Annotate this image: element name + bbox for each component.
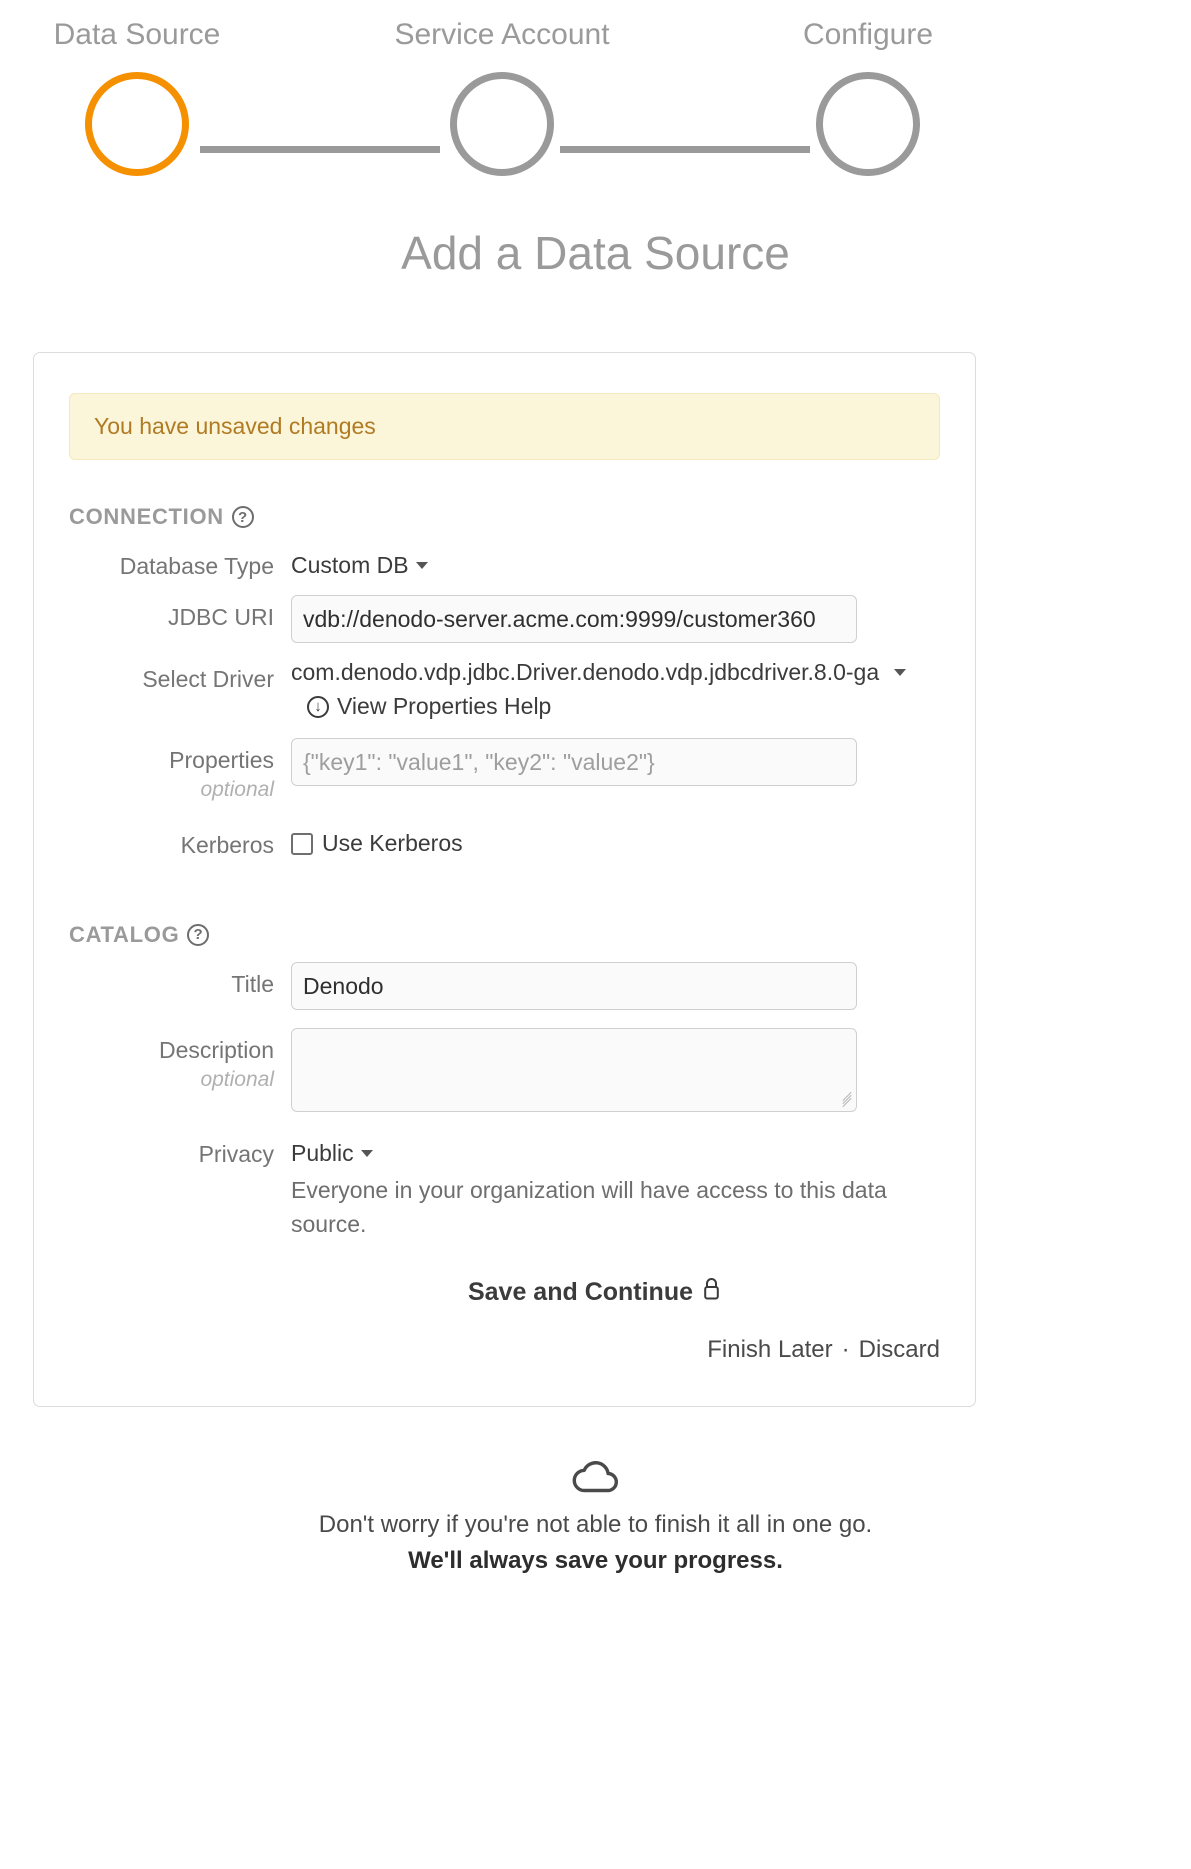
catalog-section: CATALOG ? Title Denodo Description optio… xyxy=(34,922,975,1241)
connection-section: CONNECTION ? Database Type Custom DB JDB… xyxy=(34,504,975,860)
properties-input[interactable]: {"key1": "value1", "key2": "value2"} xyxy=(291,738,857,787)
use-kerberos-label: Use Kerberos xyxy=(322,830,463,857)
privacy-label: Privacy xyxy=(198,1140,274,1167)
page-footer: Don't worry if you're not able to finish… xyxy=(0,1452,1191,1578)
footer-line-2: We'll always save your progress. xyxy=(408,1547,783,1575)
lock-icon xyxy=(702,1277,721,1308)
properties-optional-text: optional xyxy=(200,777,274,801)
jdbc-uri-input[interactable]: vdb://denodo-server.acme.com:9999/custom… xyxy=(291,594,857,643)
question-circle-icon[interactable]: ? xyxy=(187,923,210,946)
select-driver-value: com.denodo.vdp.jdbc.Driver.denodo.vdp.jd… xyxy=(291,658,880,685)
save-and-continue-button[interactable]: Save and Continue xyxy=(69,1277,940,1308)
privacy-dropdown[interactable]: Public xyxy=(291,1132,373,1168)
action-separator: · xyxy=(841,1335,850,1363)
description-row: Description optional xyxy=(69,1027,940,1112)
properties-field: {"key1": "value1", "key2": "value2"} xyxy=(291,738,940,787)
stepper-connector-1 xyxy=(200,146,440,153)
add-data-source-page: Data Source Service Account Configure Ad… xyxy=(0,0,1191,1869)
properties-label-text: Properties xyxy=(169,747,274,774)
title-field: Denodo xyxy=(291,961,940,1010)
wizard-step-label: Service Account xyxy=(394,18,610,51)
select-driver-row: Select Driver com.denodo.vdp.jdbc.Driver… xyxy=(69,657,940,720)
form-actions: Save and Continue Finish Later · Discard xyxy=(34,1277,975,1406)
page-title: Add a Data Source xyxy=(401,227,790,279)
wizard-step-circle[interactable] xyxy=(450,72,554,176)
description-label-text: Description xyxy=(158,1036,274,1063)
properties-row: Properties optional {"key1": "value1", "… xyxy=(69,738,940,803)
description-field xyxy=(291,1027,940,1112)
unsaved-changes-banner: You have unsaved changes xyxy=(69,393,940,460)
use-kerberos-checkbox-row[interactable]: Use Kerberos xyxy=(291,823,463,857)
title-label: Title xyxy=(231,970,274,997)
cloud-icon xyxy=(0,1452,1191,1499)
privacy-field: Public Everyone in your organization wil… xyxy=(291,1132,940,1241)
select-driver-dropdown[interactable]: com.denodo.vdp.jdbc.Driver.denodo.vdp.jd… xyxy=(291,655,906,685)
select-driver-label: Select Driver xyxy=(142,665,274,692)
jdbc-uri-label: JDBC URI xyxy=(167,603,274,630)
wizard-step-circle-active[interactable] xyxy=(85,72,189,176)
connection-heading-label: CONNECTION xyxy=(69,504,224,529)
catalog-heading: CATALOG ? xyxy=(69,922,940,948)
wizard-step-label: Configure xyxy=(802,18,934,51)
database-type-row: Database Type Custom DB xyxy=(69,544,940,581)
description-optional-text: optional xyxy=(200,1067,274,1091)
jdbc-uri-row: JDBC URI vdb://denodo-server.acme.com:99… xyxy=(69,594,940,643)
database-type-value: Custom DB xyxy=(291,552,409,578)
jdbc-uri-field: vdb://denodo-server.acme.com:9999/custom… xyxy=(291,594,940,643)
privacy-description: Everyone in your organization will have … xyxy=(291,1177,887,1237)
database-type-dropdown[interactable]: Custom DB xyxy=(291,544,428,580)
kerberos-label: Kerberos xyxy=(180,832,274,859)
download-circle-icon: ↓ xyxy=(307,695,329,718)
stepper-connector-2 xyxy=(560,146,810,153)
description-label: Description optional xyxy=(69,1028,291,1093)
kerberos-field: Use Kerberos xyxy=(291,823,940,860)
view-properties-help-label: View Properties Help xyxy=(337,693,552,720)
connection-heading: CONNECTION ? xyxy=(69,504,940,530)
question-circle-icon[interactable]: ? xyxy=(231,506,254,528)
unsaved-changes-text: You have unsaved changes xyxy=(94,413,376,439)
secondary-actions: Finish Later · Discard xyxy=(69,1336,940,1406)
finish-later-link[interactable]: Finish Later xyxy=(707,1336,832,1363)
title-input[interactable]: Denodo xyxy=(291,961,857,1010)
discard-link[interactable]: Discard xyxy=(859,1336,940,1363)
chevron-down-icon xyxy=(415,562,428,569)
resize-grip-icon[interactable] xyxy=(841,1091,853,1108)
select-driver-field: com.denodo.vdp.jdbc.Driver.denodo.vdp.jd… xyxy=(291,657,940,720)
catalog-heading-label: CATALOG xyxy=(69,921,180,947)
privacy-row: Privacy Public Everyone in your organiza… xyxy=(69,1132,940,1241)
use-kerberos-checkbox[interactable] xyxy=(291,832,313,855)
wizard-step-label: Data Source xyxy=(53,18,221,51)
data-source-form-card: You have unsaved changes CONNECTION ? Da… xyxy=(33,352,976,1407)
privacy-value: Public xyxy=(291,1139,354,1166)
chevron-down-icon xyxy=(893,668,906,676)
description-textarea[interactable] xyxy=(291,1027,857,1112)
save-and-continue-label: Save and Continue xyxy=(467,1277,694,1306)
properties-label: Properties optional xyxy=(69,738,291,803)
database-type-label: Database Type xyxy=(119,553,274,579)
chevron-down-icon xyxy=(360,1149,373,1157)
footer-line-1: Don't worry if you're not able to finish… xyxy=(318,1511,873,1538)
database-type-field: Custom DB xyxy=(291,544,940,580)
wizard-step-circle[interactable] xyxy=(816,72,920,176)
view-properties-help-link[interactable]: ↓ View Properties Help xyxy=(307,693,551,720)
wizard-stepper: Data Source Service Account Configure xyxy=(0,0,1191,200)
title-row: Title Denodo xyxy=(69,961,940,1010)
kerberos-row: Kerberos Use Kerberos xyxy=(69,823,940,860)
